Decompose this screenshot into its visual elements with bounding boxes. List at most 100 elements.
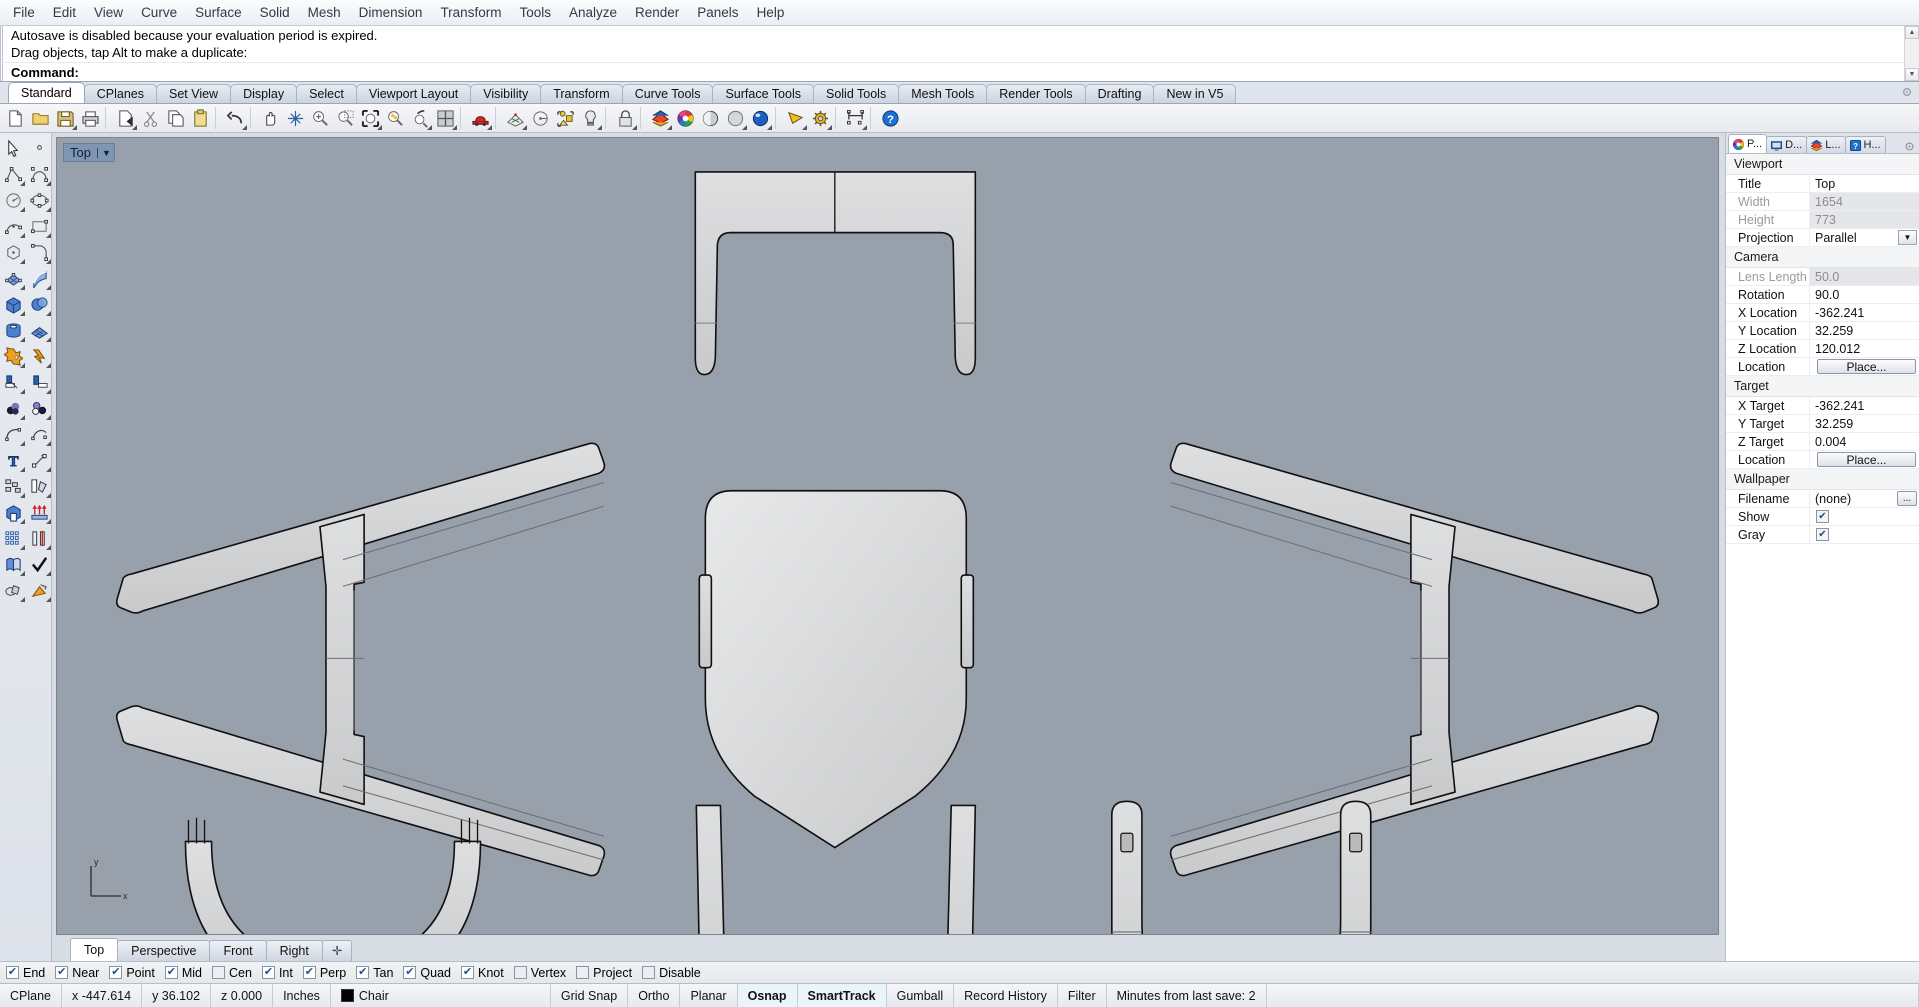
- circle-icon[interactable]: [0, 187, 26, 213]
- flyout-arrow-icon[interactable]: [46, 415, 51, 420]
- mesh-plane-icon[interactable]: [26, 317, 52, 343]
- rectangular-array-icon[interactable]: [0, 525, 26, 551]
- flyout-arrow-icon[interactable]: [20, 441, 25, 446]
- menu-item-solid[interactable]: Solid: [251, 2, 299, 23]
- checkbox-icon[interactable]: ✔: [261, 966, 275, 979]
- copy-icon[interactable]: [163, 106, 188, 131]
- split-icon[interactable]: [26, 369, 52, 395]
- cut-copy-paste-group-icon[interactable]: [113, 106, 138, 131]
- menu-item-file[interactable]: File: [4, 2, 44, 23]
- camera-cone-icon[interactable]: [783, 106, 808, 131]
- zoom-selected-icon[interactable]: [383, 106, 408, 131]
- status-cplane[interactable]: CPlane: [0, 984, 62, 1007]
- flyout-arrow-icon[interactable]: [522, 124, 527, 130]
- toolbar-tab-drafting[interactable]: Drafting: [1084, 84, 1155, 103]
- select-arrow-icon[interactable]: [0, 135, 26, 161]
- checkbox-icon[interactable]: ✔: [55, 966, 69, 979]
- toolbar-tab-new-in-v5[interactable]: New in V5: [1153, 84, 1237, 103]
- paint-render-icon[interactable]: [26, 577, 52, 603]
- cylinder-solid-icon[interactable]: [0, 317, 26, 343]
- menu-item-edit[interactable]: Edit: [44, 2, 85, 23]
- flyout-arrow-icon[interactable]: [597, 124, 602, 130]
- flyout-arrow-icon[interactable]: [46, 519, 51, 524]
- checkbox-icon[interactable]: [642, 966, 656, 979]
- toolbar-tab-set-view[interactable]: Set View: [155, 84, 232, 103]
- flyout-arrow-icon[interactable]: [20, 493, 25, 498]
- osnap-perp[interactable]: ✔ Perp: [302, 966, 346, 980]
- flyout-arrow-icon[interactable]: [20, 285, 25, 290]
- menu-item-surface[interactable]: Surface: [186, 2, 251, 23]
- undo-icon[interactable]: [223, 106, 248, 131]
- chevron-down-icon[interactable]: ▼: [1898, 230, 1917, 245]
- flyout-arrow-icon[interactable]: [20, 519, 25, 524]
- panel-tab-2[interactable]: L...: [1806, 136, 1846, 153]
- fillet-curve-icon[interactable]: [0, 421, 26, 447]
- point-icon[interactable]: [26, 135, 52, 161]
- status-toggle-planar[interactable]: Planar: [680, 984, 738, 1007]
- menu-item-mesh[interactable]: Mesh: [299, 2, 350, 23]
- osnap-quad[interactable]: ✔ Quad: [403, 966, 451, 980]
- checkbox-icon[interactable]: ✔: [356, 966, 370, 979]
- ellipse-icon[interactable]: [26, 187, 52, 213]
- layer-color-swatch[interactable]: [340, 989, 354, 1002]
- toolbar-tab-render-tools[interactable]: Render Tools: [986, 84, 1086, 103]
- status-current-layer[interactable]: Chair: [331, 984, 551, 1007]
- osnap-end[interactable]: ✔ End: [6, 966, 45, 980]
- status-toggle-filter[interactable]: Filter: [1058, 984, 1107, 1007]
- viewport-title-tab[interactable]: Top ▼: [63, 143, 115, 162]
- flyout-arrow-icon[interactable]: [46, 207, 51, 212]
- top-viewport[interactable]: Top ▼ y x: [56, 137, 1719, 935]
- zoom-window-icon[interactable]: [333, 106, 358, 131]
- status-save-info[interactable]: Minutes from last save: 2: [1107, 984, 1267, 1007]
- toolbar-tab-visibility[interactable]: Visibility: [470, 84, 542, 103]
- flyout-arrow-icon[interactable]: [46, 597, 51, 602]
- lock-icon[interactable]: [613, 106, 638, 131]
- rectangle-icon[interactable]: [26, 213, 52, 239]
- property-value[interactable]: 0.004: [1810, 433, 1919, 450]
- status-units[interactable]: Inches: [273, 984, 331, 1007]
- print-icon[interactable]: [78, 106, 103, 131]
- menu-item-panels[interactable]: Panels: [688, 2, 747, 23]
- place-button[interactable]: Place...: [1817, 359, 1916, 374]
- flyout-arrow-icon[interactable]: [20, 389, 25, 394]
- zoom-extents-icon[interactable]: [358, 106, 383, 131]
- extrude-surface-icon[interactable]: [26, 265, 52, 291]
- scroll-up-icon[interactable]: ▲: [1905, 26, 1919, 39]
- flyout-arrow-icon[interactable]: [667, 124, 672, 130]
- status-x-coordinate[interactable]: x -447.614: [62, 984, 143, 1007]
- menu-item-dimension[interactable]: Dimension: [350, 2, 432, 23]
- property-value[interactable]: (none)...: [1810, 490, 1919, 507]
- toolbar-tab-mesh-tools[interactable]: Mesh Tools: [898, 84, 988, 103]
- flyout-arrow-icon[interactable]: [20, 415, 25, 420]
- color-wheel-icon[interactable]: [673, 106, 698, 131]
- flyout-arrow-icon[interactable]: [20, 571, 25, 576]
- command-scrollbar[interactable]: ▲ ▼: [1904, 26, 1919, 81]
- arc-icon[interactable]: [0, 213, 26, 239]
- control-point-curve-icon[interactable]: [26, 161, 52, 187]
- property-value[interactable]: 32.259: [1810, 322, 1919, 339]
- toolbar-tab-solid-tools[interactable]: Solid Tools: [812, 84, 900, 103]
- viewport-tab-top[interactable]: Top: [70, 938, 119, 961]
- flyout-arrow-icon[interactable]: [377, 124, 382, 130]
- flyout-arrow-icon[interactable]: [46, 233, 51, 238]
- flyout-arrow-icon[interactable]: [46, 259, 51, 264]
- osnap-point[interactable]: ✔ Point: [109, 966, 155, 980]
- array-icon[interactable]: [0, 473, 26, 499]
- flyout-arrow-icon[interactable]: [767, 124, 772, 130]
- sphere-boolean-icon[interactable]: [26, 291, 52, 317]
- zoom-in-icon[interactable]: [308, 106, 333, 131]
- property-value[interactable]: -362.241: [1810, 397, 1919, 414]
- flyout-arrow-icon[interactable]: [46, 389, 51, 394]
- boolean-difference-icon[interactable]: [0, 577, 26, 603]
- flyout-arrow-icon[interactable]: [487, 124, 492, 130]
- scale-icon[interactable]: [26, 447, 52, 473]
- four-viewport-icon[interactable]: [433, 106, 458, 131]
- menu-item-tools[interactable]: Tools: [510, 2, 560, 23]
- flyout-arrow-icon[interactable]: [46, 181, 51, 186]
- property-value[interactable]: Top: [1810, 175, 1919, 192]
- menu-item-curve[interactable]: Curve: [132, 2, 186, 23]
- circle-radius-icon[interactable]: [528, 106, 553, 131]
- toolbar-tab-transform[interactable]: Transform: [540, 84, 623, 103]
- flyout-arrow-icon[interactable]: [20, 311, 25, 316]
- mesh-icon[interactable]: [503, 106, 528, 131]
